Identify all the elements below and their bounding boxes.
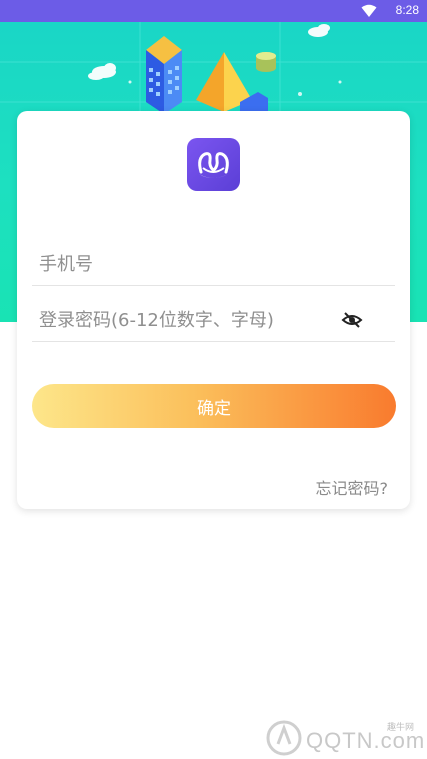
watermark-logo: 趣牛网 QQTN.com: [262, 718, 426, 758]
status-bar: 8:28: [0, 0, 427, 22]
confirm-button[interactable]: 确定: [32, 384, 396, 428]
swan-logo-icon: [187, 138, 240, 191]
forgot-password-link[interactable]: 忘记密码?: [316, 475, 389, 499]
wifi-icon: [361, 4, 377, 17]
password-input[interactable]: [32, 301, 339, 339]
phone-field: [32, 245, 395, 286]
eye-hidden-icon[interactable]: [341, 311, 363, 329]
login-card: 确定 忘记密码?: [17, 111, 410, 509]
watermark-big-text: QQTN.com: [306, 728, 426, 753]
phone-input[interactable]: [32, 245, 339, 283]
password-field: [32, 301, 395, 342]
watermark-emblem-icon: [266, 720, 302, 756]
status-time: 8:28: [395, 3, 419, 17]
